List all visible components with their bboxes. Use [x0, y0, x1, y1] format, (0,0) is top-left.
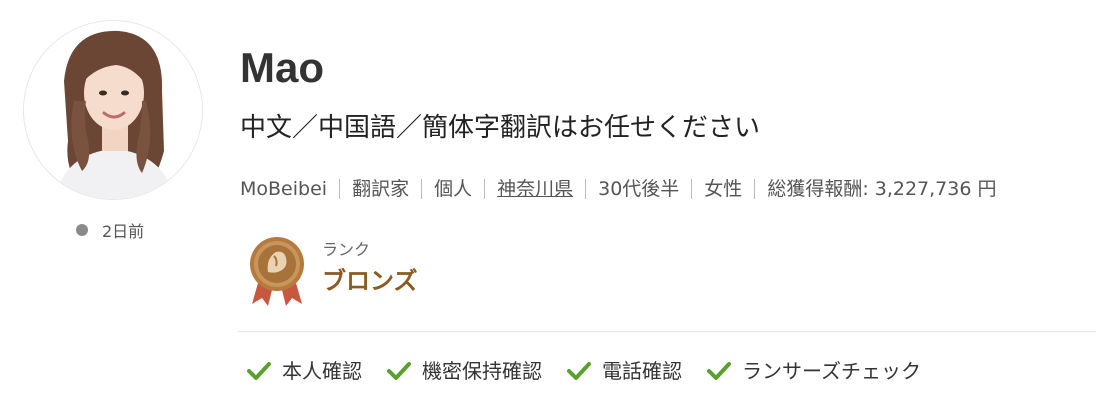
meta-location-link[interactable]: 神奈川県	[497, 172, 573, 206]
verification-phone: 電話確認	[566, 354, 682, 388]
check-icon	[707, 362, 731, 380]
check-icon	[567, 362, 591, 380]
meta-type: 個人	[434, 178, 473, 200]
meta-separator	[691, 179, 693, 199]
rank-text: ランク ブロンズ	[322, 238, 418, 298]
last-seen-status: 2日前	[76, 218, 144, 242]
check-icon	[247, 362, 271, 380]
meta-separator	[585, 179, 587, 199]
last-seen-text: 2日前	[102, 222, 145, 241]
verification-label: 機密保持確認	[422, 359, 542, 383]
meta-separator	[484, 179, 486, 199]
verification-label: 本人確認	[282, 359, 362, 383]
rank-value: ブロンズ	[322, 267, 418, 295]
profile-catchphrase: 中文／中国語／簡体字翻訳はお任せください	[240, 113, 761, 143]
bronze-medal-icon	[250, 237, 304, 306]
check-icon	[387, 362, 411, 380]
meta-gender: 女性	[704, 178, 743, 200]
verification-label: 電話確認	[602, 359, 682, 383]
avatar[interactable]	[23, 20, 203, 200]
verification-identity: 本人確認	[246, 354, 362, 388]
verification-confidentiality: 機密保持確認	[386, 354, 542, 388]
avatar-photo	[24, 21, 202, 199]
meta-username: MoBeibei	[240, 178, 328, 200]
meta-separator	[339, 179, 341, 199]
verification-list: 本人確認 機密保持確認 電話確認 ランサーズチェック	[246, 354, 945, 388]
profile-name: Mao	[240, 44, 324, 91]
meta-separator	[754, 179, 756, 199]
profile-meta: MoBeibei 翻訳家 個人 神奈川県 30代後半 女性 総獲得報酬: 3,2…	[240, 172, 997, 206]
rank-label: ランク	[322, 240, 371, 259]
meta-earnings: 総獲得報酬: 3,227,736 円	[767, 178, 997, 200]
verification-lancers-check: ランサーズチェック	[706, 354, 921, 388]
meta-age: 30代後半	[598, 178, 680, 200]
meta-separator	[421, 179, 423, 199]
meta-occupation: 翻訳家	[352, 178, 410, 200]
status-dot-icon	[76, 224, 88, 236]
verification-label: ランサーズチェック	[742, 359, 921, 383]
profile-card: 2日前 Mao 中文／中国語／簡体字翻訳はお任せください MoBeibei 翻訳…	[0, 0, 1096, 406]
divider	[238, 331, 1096, 332]
rank-badge[interactable]: ランク ブロンズ	[246, 236, 418, 308]
